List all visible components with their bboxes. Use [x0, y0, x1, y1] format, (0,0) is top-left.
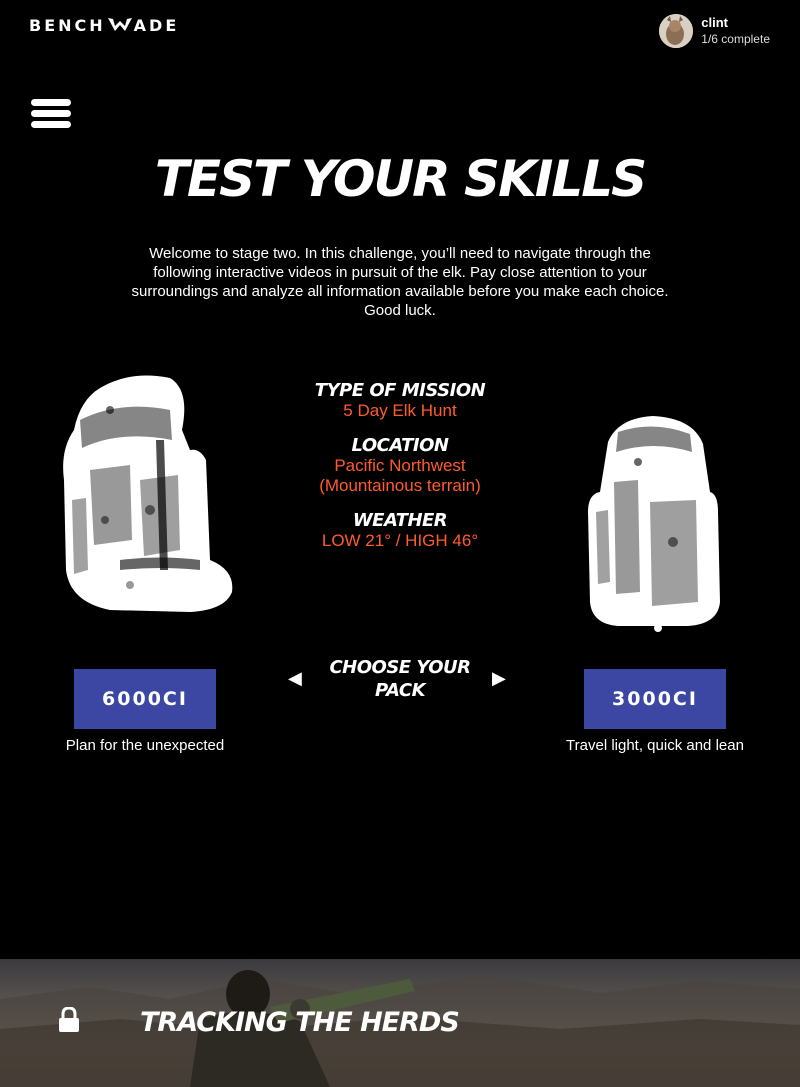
small-backpack-image[interactable] [578, 412, 728, 634]
location-terrain: (Mountainous terrain) [319, 476, 481, 495]
lock-icon [59, 1007, 79, 1032]
avatar[interactable] [659, 14, 694, 48]
mission-type-value: 5 Day Elk Hunt [343, 401, 457, 420]
hamburger-menu-icon[interactable] [31, 99, 71, 129]
arrow-left-icon[interactable]: ◀ [288, 668, 302, 689]
location-label: LOCATION [351, 435, 449, 456]
user-progress: 1/6 complete [701, 32, 770, 46]
next-stage-title: TRACKING THE HERDS [140, 1007, 460, 1038]
large-backpack-image[interactable] [60, 370, 240, 615]
logo-text-left: BENCH [29, 16, 106, 35]
arrow-right-icon[interactable]: ▶ [492, 668, 506, 689]
weather-label: WEATHER [352, 510, 448, 531]
mission-location: LOCATION Pacific Northwest (Mountainous … [270, 435, 530, 496]
logo-text-right: ADE [133, 16, 180, 35]
header: BENCH ADE clint 1/6 complete [0, 0, 800, 70]
choose-your-pack-label: CHOOSE YOUR PACK [329, 657, 471, 701]
user-profile[interactable]: clint 1/6 complete [659, 14, 770, 48]
butterfly-logo-icon [107, 17, 132, 31]
pack-6000ci-caption: Plan for the unexpected [65, 737, 225, 754]
mission-type-label: TYPE OF MISSION [314, 380, 486, 401]
user-name: clint [701, 15, 729, 30]
mission-weather: WEATHER LOW 21° / HIGH 46° [270, 510, 530, 551]
intro-text: Welcome to stage two. In this challenge,… [131, 245, 669, 319]
next-stage-banner[interactable]: TRACKING THE HERDS [0, 959, 800, 1087]
page-title: TEST YOUR SKILLS [154, 150, 647, 208]
pack-3000ci-button[interactable]: 3000CI [584, 669, 726, 729]
mission-type: TYPE OF MISSION 5 Day Elk Hunt [270, 380, 530, 421]
weather-value: LOW 21° / HIGH 46° [321, 531, 479, 550]
benchmade-logo[interactable]: BENCH ADE [29, 16, 179, 35]
user-info: clint 1/6 complete [701, 15, 770, 47]
location-value: Pacific Northwest [334, 456, 466, 475]
pack-3000ci-caption: Travel light, quick and lean [566, 737, 744, 754]
pack-6000ci-button[interactable]: 6000CI [74, 669, 216, 729]
mission-info: TYPE OF MISSION 5 Day Elk Hunt LOCATION … [270, 380, 530, 565]
